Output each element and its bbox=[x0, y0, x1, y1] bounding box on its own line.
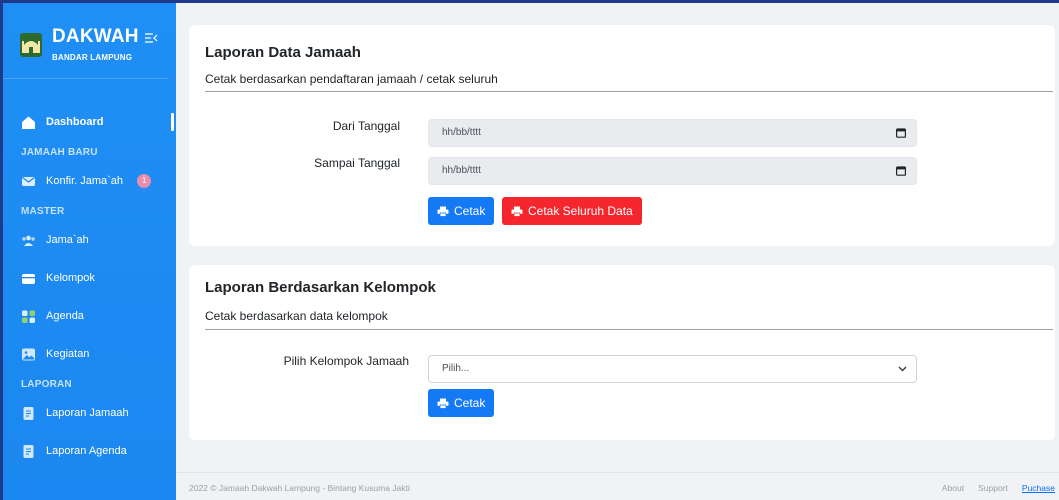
support-link[interactable]: Support bbox=[978, 483, 1008, 493]
from-date-input[interactable]: hh/bb/tttt bbox=[428, 119, 917, 147]
sidebar-item-label: Agenda bbox=[46, 310, 84, 322]
to-date-label: Sampai Tanggal bbox=[314, 156, 400, 170]
sidebar-nav: Dashboard JAMAAH BARU Konfir. Jama`ah 1 … bbox=[3, 79, 176, 470]
card-subtitle: Cetak berdasarkan pendaftaran jamaah / c… bbox=[205, 72, 498, 86]
sidebar-section-jamaah-baru: JAMAAH BARU bbox=[21, 147, 98, 158]
print-kelompok-button[interactable]: Cetak bbox=[428, 389, 495, 417]
sidebar-item-laporan-agenda[interactable]: Laporan Agenda bbox=[3, 432, 176, 470]
report-kelompok-card: Laporan Berdasarkan Kelompok Cetak berda… bbox=[189, 265, 1055, 440]
grid-icon bbox=[22, 310, 35, 323]
print-kelompok-button-label: Cetak bbox=[454, 396, 486, 410]
sidebar-item-kegiatan[interactable]: Kegiatan bbox=[3, 335, 176, 373]
printer-icon bbox=[511, 206, 523, 217]
main-content: Laporan Data Jamaah Cetak berdasarkan pe… bbox=[176, 0, 1059, 500]
group-select-label: Pilih Kelompok Jamaah bbox=[283, 354, 409, 368]
group-select[interactable]: Pilih... bbox=[428, 355, 917, 383]
sidebar-item-label: Laporan Agenda bbox=[46, 445, 127, 457]
printer-icon bbox=[437, 206, 449, 217]
calendar-icon[interactable] bbox=[896, 166, 906, 176]
footer: 2022 © Jamaah Dakwah Lampung - Bintang K… bbox=[176, 472, 1059, 500]
purchase-link[interactable]: Puchase bbox=[1022, 483, 1055, 493]
menu-collapse-icon[interactable] bbox=[144, 32, 158, 44]
envelope-icon bbox=[22, 176, 35, 186]
sidebar-item-label: Kegiatan bbox=[46, 348, 90, 360]
brand-title: DAKWAH bbox=[52, 26, 139, 47]
print-button[interactable]: Cetak bbox=[428, 197, 495, 225]
sidebar-item-label: Jama`ah bbox=[46, 234, 89, 246]
users-icon bbox=[22, 235, 35, 246]
report-jamaah-card: Laporan Data Jamaah Cetak berdasarkan pe… bbox=[189, 25, 1055, 246]
sidebar-section-laporan: LAPORAN bbox=[21, 379, 72, 390]
sidebar-item-laporan-jamaah[interactable]: Laporan Jamaah bbox=[3, 394, 176, 432]
print-all-button[interactable]: Cetak Seluruh Data bbox=[502, 197, 642, 225]
sidebar-section-master: MASTER bbox=[21, 206, 65, 217]
image-icon bbox=[22, 348, 35, 360]
footer-links: About Support Puchase bbox=[942, 483, 1055, 493]
divider bbox=[205, 329, 1053, 330]
from-date-placeholder: hh/bb/tttt bbox=[442, 127, 481, 138]
print-button-label: Cetak bbox=[454, 204, 486, 218]
sidebar-item-agenda[interactable]: Agenda bbox=[3, 297, 176, 335]
from-date-label: Dari Tanggal bbox=[332, 119, 400, 133]
brand[interactable]: DAKWAH BANDAR LAMPUNG bbox=[3, 3, 168, 79]
card-title: Laporan Data Jamaah bbox=[205, 44, 361, 61]
sidebar-item-label: Konfir. Jama`ah bbox=[46, 175, 124, 187]
group-select-value: Pilih... bbox=[442, 363, 470, 374]
sidebar-item-label: Dashboard bbox=[46, 116, 104, 128]
document-icon bbox=[23, 444, 34, 458]
folder-icon bbox=[22, 273, 35, 284]
card-subtitle: Cetak berdasarkan data kelompok bbox=[205, 309, 388, 323]
brand-subtitle: BANDAR LAMPUNG bbox=[52, 53, 133, 62]
sidebar: DAKWAH BANDAR LAMPUNG Dashboard JAMAAH B… bbox=[0, 0, 176, 500]
copyright-text: 2022 © Jamaah Dakwah Lampung - Bintang K… bbox=[189, 483, 410, 493]
calendar-icon[interactable] bbox=[896, 128, 906, 138]
sidebar-item-dashboard[interactable]: Dashboard bbox=[3, 103, 176, 141]
sidebar-item-konfir-jamaah[interactable]: Konfir. Jama`ah 1 bbox=[3, 162, 176, 200]
divider bbox=[205, 91, 1053, 92]
to-date-placeholder: hh/bb/tttt bbox=[442, 165, 481, 176]
home-icon bbox=[22, 116, 35, 129]
sidebar-item-kelompok[interactable]: Kelompok bbox=[3, 259, 176, 297]
about-link[interactable]: About bbox=[942, 483, 964, 493]
chevron-down-icon bbox=[898, 366, 907, 372]
to-date-input[interactable]: hh/bb/tttt bbox=[428, 157, 917, 185]
sidebar-item-jamaah[interactable]: Jama`ah bbox=[3, 221, 176, 259]
printer-icon bbox=[437, 398, 449, 409]
mosque-logo-icon bbox=[20, 32, 42, 57]
document-icon bbox=[23, 406, 34, 420]
sidebar-item-label: Kelompok bbox=[46, 272, 95, 284]
print-all-button-label: Cetak Seluruh Data bbox=[528, 204, 633, 218]
notification-badge: 1 bbox=[137, 174, 152, 188]
card-title: Laporan Berdasarkan Kelompok bbox=[205, 279, 436, 296]
sidebar-item-label: Laporan Jamaah bbox=[46, 407, 129, 419]
